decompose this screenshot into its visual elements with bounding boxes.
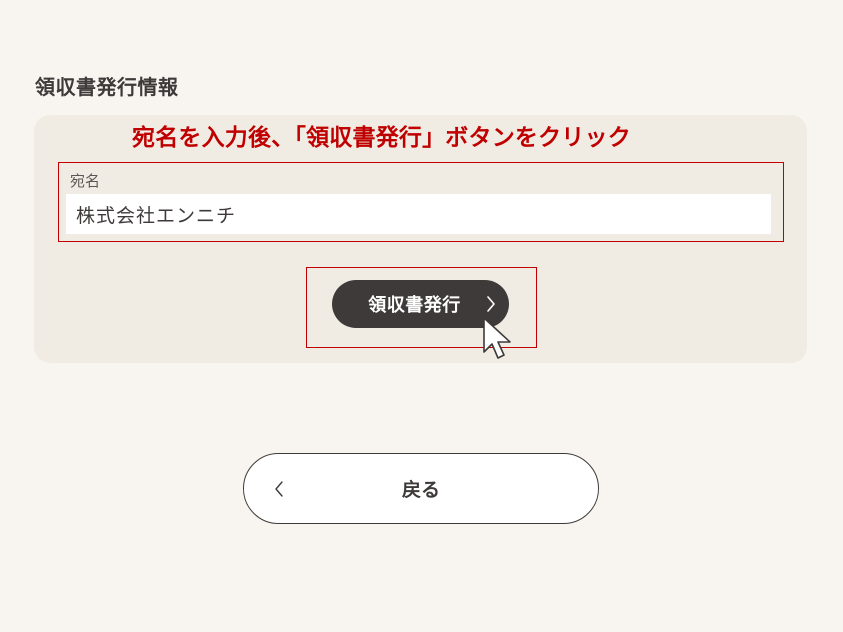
chevron-left-icon <box>275 481 283 497</box>
recipient-input[interactable] <box>66 194 771 234</box>
recipient-field-label: 宛名 <box>70 172 101 190</box>
chevron-right-icon <box>487 296 495 312</box>
back-button[interactable]: 戻る <box>243 453 599 524</box>
instruction-annotation: 宛名を入力後、「領収書発行」ボタンをクリック <box>132 125 631 151</box>
mouse-cursor-icon <box>483 317 511 359</box>
section-title: 領収書発行情報 <box>35 75 179 99</box>
issue-receipt-button-label: 領収書発行 <box>368 295 461 316</box>
back-button-label: 戻る <box>401 479 440 501</box>
